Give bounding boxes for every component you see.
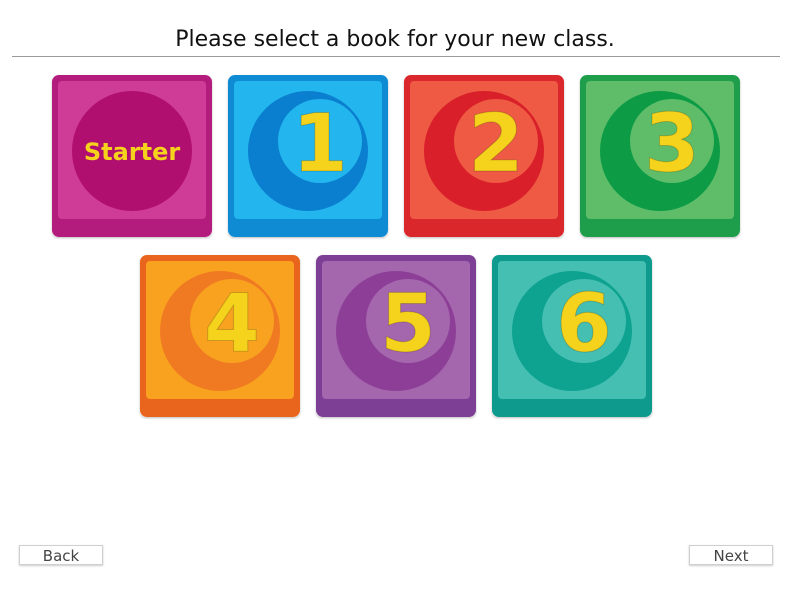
book-badge-icon: 6 xyxy=(492,255,652,417)
book-number: 4 xyxy=(204,277,260,370)
book-tile-2[interactable]: 2 xyxy=(404,75,564,237)
book-tile-5[interactable]: 5 xyxy=(316,255,476,417)
book-tile-6[interactable]: 6 xyxy=(492,255,652,417)
book-badge-icon: 2 xyxy=(404,75,564,237)
book-tile-starter[interactable]: Starter xyxy=(52,75,212,237)
book-number: 1 xyxy=(292,97,348,190)
book-label: Starter xyxy=(84,138,181,166)
book-badge-icon: Starter xyxy=(52,75,212,237)
back-button[interactable]: Back xyxy=(19,545,103,565)
book-number: 6 xyxy=(556,277,612,370)
book-number: 2 xyxy=(468,97,524,190)
book-tile-1[interactable]: 1 xyxy=(228,75,388,237)
book-badge-icon: 3 xyxy=(580,75,740,237)
book-number: 3 xyxy=(644,97,700,190)
next-button[interactable]: Next xyxy=(689,545,773,565)
book-badge-icon: 5 xyxy=(316,255,476,417)
title-divider xyxy=(12,56,780,57)
book-tile-4[interactable]: 4 xyxy=(140,255,300,417)
book-badge-icon: 1 xyxy=(228,75,388,237)
page-title: Please select a book for your new class. xyxy=(175,27,615,52)
book-number: 5 xyxy=(380,277,436,370)
book-badge-icon: 4 xyxy=(140,255,300,417)
book-tile-3[interactable]: 3 xyxy=(580,75,740,237)
